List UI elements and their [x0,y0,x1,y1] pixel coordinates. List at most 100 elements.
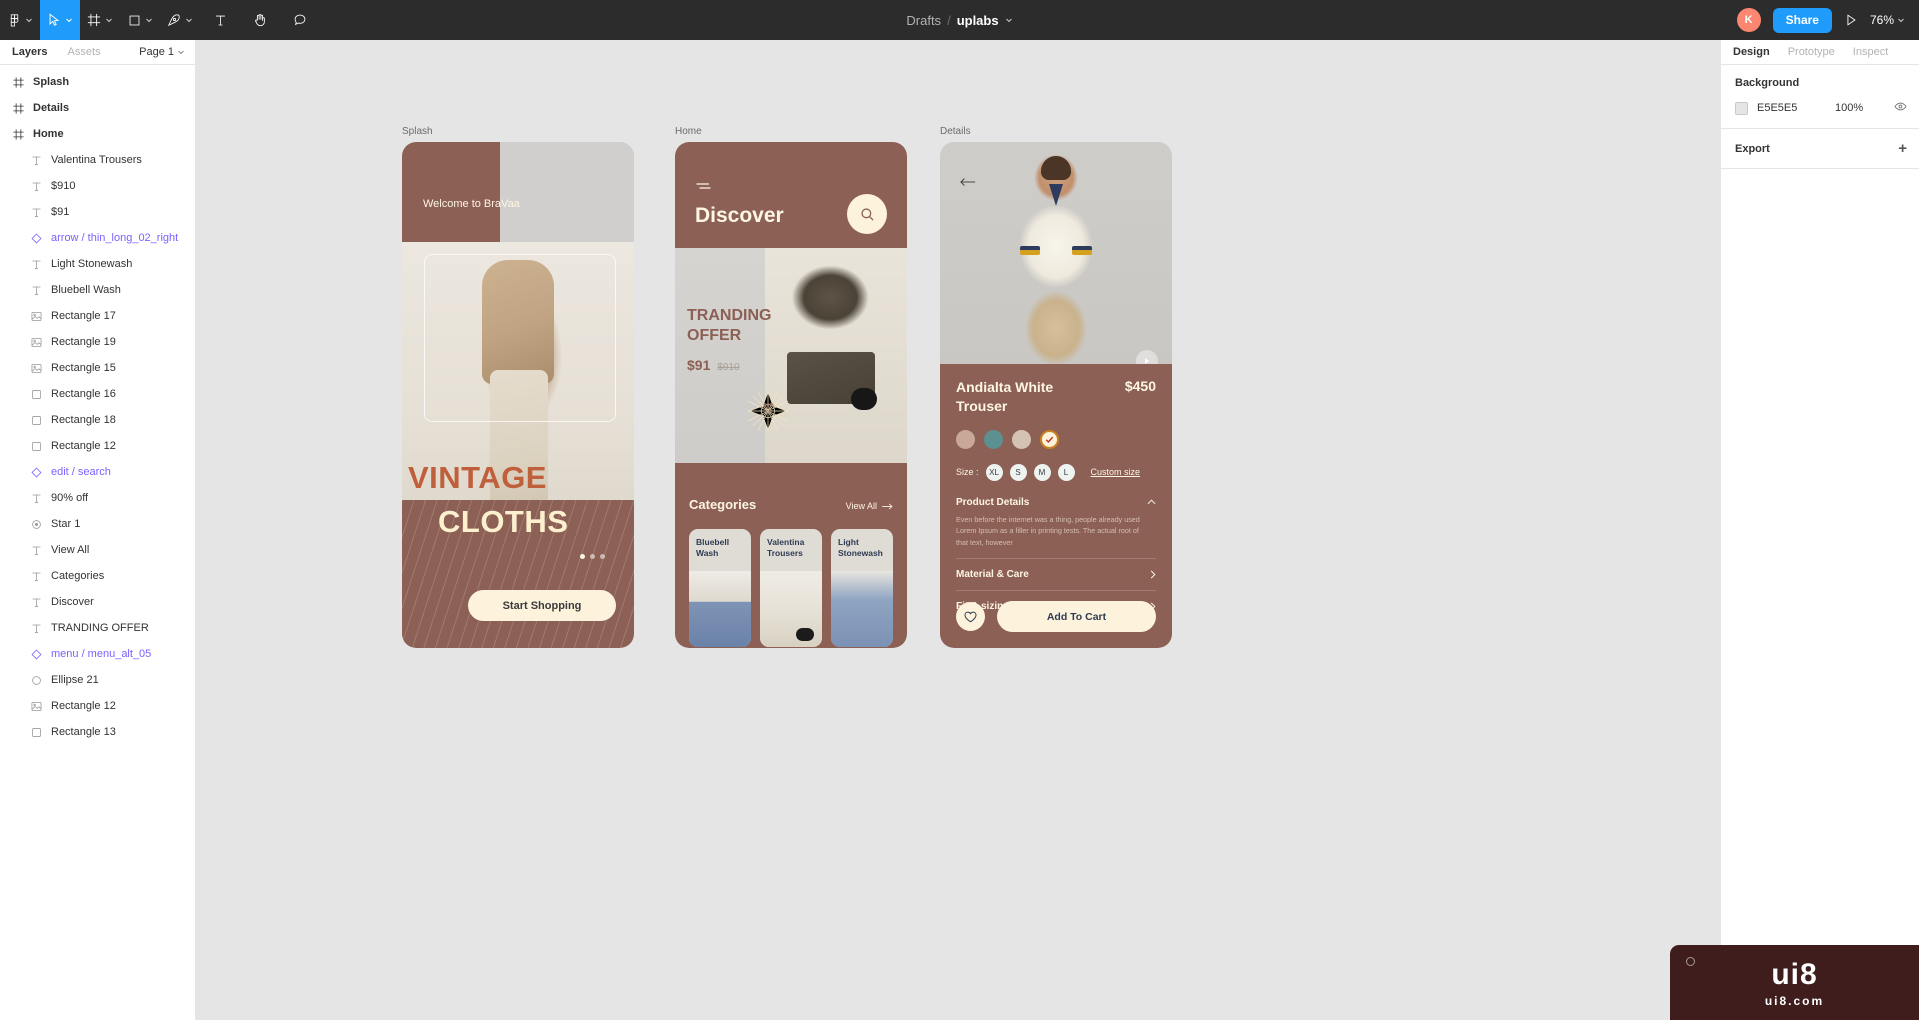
layer-row[interactable]: Rectangle 16 [0,381,195,407]
tab-layers[interactable]: Layers [12,46,47,58]
layer-row[interactable]: Splash [0,69,195,95]
page-dot[interactable] [590,554,595,559]
background-opacity-input[interactable]: 100% [1835,102,1894,114]
text-tool-icon[interactable] [200,0,240,40]
layer-row[interactable]: 90% off [0,485,195,511]
layer-row[interactable]: Star 1 [0,511,195,537]
splash-welcome-text: Welcome to BraVaa [423,198,520,210]
heart-icon[interactable] [956,602,985,631]
canvas[interactable]: Splash Welcome to BraVaa VINTAGE CLOTHS … [196,40,1720,1020]
layer-row[interactable]: Valentina Trousers [0,147,195,173]
frame-tool-icon[interactable] [80,0,120,40]
layer-row[interactable]: TRANDING OFFER [0,615,195,641]
tab-prototype[interactable]: Prototype [1788,46,1835,58]
layer-row[interactable]: menu / menu_alt_05 [0,641,195,667]
layer-row[interactable]: Rectangle 13 [0,719,195,745]
layer-row[interactable]: Details [0,95,195,121]
add-to-cart-button[interactable]: Add To Cart [997,601,1156,632]
page-dot[interactable] [580,554,585,559]
frame-label-home[interactable]: Home [675,126,702,137]
layer-row[interactable]: Categories [0,563,195,589]
rect-icon [30,388,42,400]
tab-design[interactable]: Design [1733,46,1770,58]
home-offer-block[interactable] [675,248,907,463]
start-shopping-button[interactable]: Start Shopping [468,590,616,621]
text-icon [30,544,42,556]
layer-row[interactable]: Rectangle 18 [0,407,195,433]
chevron-up-icon [1147,499,1156,505]
color-swatch[interactable] [956,429,975,449]
layer-row[interactable]: Bluebell Wash [0,277,195,303]
layer-row[interactable]: Rectangle 19 [0,329,195,355]
layer-row[interactable]: $91 [0,199,195,225]
layer-row[interactable]: arrow / thin_long_02_right [0,225,195,251]
layer-row[interactable]: Discover [0,589,195,615]
share-button[interactable]: Share [1772,7,1832,33]
chevron-down-icon[interactable] [1005,16,1013,24]
eye-icon[interactable] [1894,100,1907,116]
breadcrumb-root[interactable]: Drafts [906,13,941,28]
tab-assets[interactable]: Assets [67,46,100,58]
accordion-material-care[interactable]: Material & Care [956,558,1156,580]
color-swatch-group[interactable] [956,429,1156,449]
product-name: Andialta White Trouser [956,379,1054,414]
details-frame[interactable]: Andialta White Trouser $450 Size : XL S … [940,142,1172,648]
background-color-swatch[interactable] [1735,101,1748,115]
frame-icon [12,102,24,114]
layers-list[interactable]: Splash Details Home Valentina Trousers $910 $… [0,65,195,1020]
accordion-product-details[interactable]: Product Details Even before the internet… [956,497,1156,549]
pen-tool-icon[interactable] [160,0,200,40]
layer-row[interactable]: View All [0,537,195,563]
layer-row[interactable]: Home [0,121,195,147]
layer-row[interactable]: Rectangle 12 [0,433,195,459]
comment-tool-icon[interactable] [280,0,320,40]
menu-icon[interactable] [696,178,711,196]
present-play-icon[interactable] [1844,13,1858,27]
layer-row[interactable]: Rectangle 17 [0,303,195,329]
accordion-header[interactable]: Material & Care [956,569,1156,580]
accordion-title: Material & Care [956,569,1029,581]
shape-tool-icon[interactable] [120,0,160,40]
splash-frame[interactable]: Welcome to BraVaa VINTAGE CLOTHS Start S… [402,142,634,648]
category-card[interactable]: Valentina Trousers [760,529,822,647]
home-frame[interactable]: Discover TRANDING OFFER $91 $910 90% off… [675,142,907,648]
color-swatch[interactable] [1012,429,1031,449]
move-tool-icon[interactable] [40,0,80,40]
size-option[interactable]: S [1009,463,1027,481]
splash-page-dots[interactable] [580,554,605,559]
zoom-control[interactable]: 76% [1870,13,1905,27]
layer-row[interactable]: edit / search [0,459,195,485]
layer-row[interactable]: Light Stonewash [0,251,195,277]
layer-row[interactable]: Ellipse 21 [0,667,195,693]
view-all-button[interactable]: View All [846,501,893,511]
page-selector[interactable]: Page 1 [139,46,185,58]
size-option[interactable]: L [1057,463,1075,481]
avatar[interactable]: K [1736,8,1761,32]
layer-row[interactable]: Rectangle 15 [0,355,195,381]
frame-label-splash[interactable]: Splash [402,126,433,137]
hand-tool-icon[interactable] [240,0,280,40]
category-card[interactable]: Light Stonewash [831,529,893,647]
figma-menu-icon[interactable] [0,0,40,40]
arrow-left-icon[interactable] [960,174,976,192]
custom-size-link[interactable]: Custom size [1091,467,1141,477]
tab-inspect[interactable]: Inspect [1853,46,1888,58]
layer-row[interactable]: Rectangle 12 [0,693,195,719]
layer-name: menu / menu_alt_05 [51,648,152,660]
color-swatch-selected[interactable] [1040,429,1059,449]
plus-icon[interactable]: + [1898,141,1907,156]
size-option[interactable]: XL [985,463,1003,481]
size-option[interactable]: M [1033,463,1051,481]
home-offer-line1: TRANDING [687,307,772,324]
page-dot[interactable] [600,554,605,559]
breadcrumb-file[interactable]: uplabs [957,13,999,28]
color-swatch[interactable] [984,429,1003,449]
layer-row[interactable]: $910 [0,173,195,199]
layer-name: $910 [51,180,76,192]
accordion-header[interactable]: Product Details [956,497,1156,508]
size-selector-row[interactable]: Size : XL S M L Custom size [956,463,1156,481]
background-hex-input[interactable]: E5E5E5 [1757,102,1835,114]
frame-label-details[interactable]: Details [940,126,971,137]
category-card[interactable]: Bluebell Wash [689,529,751,647]
search-icon[interactable] [847,194,887,234]
